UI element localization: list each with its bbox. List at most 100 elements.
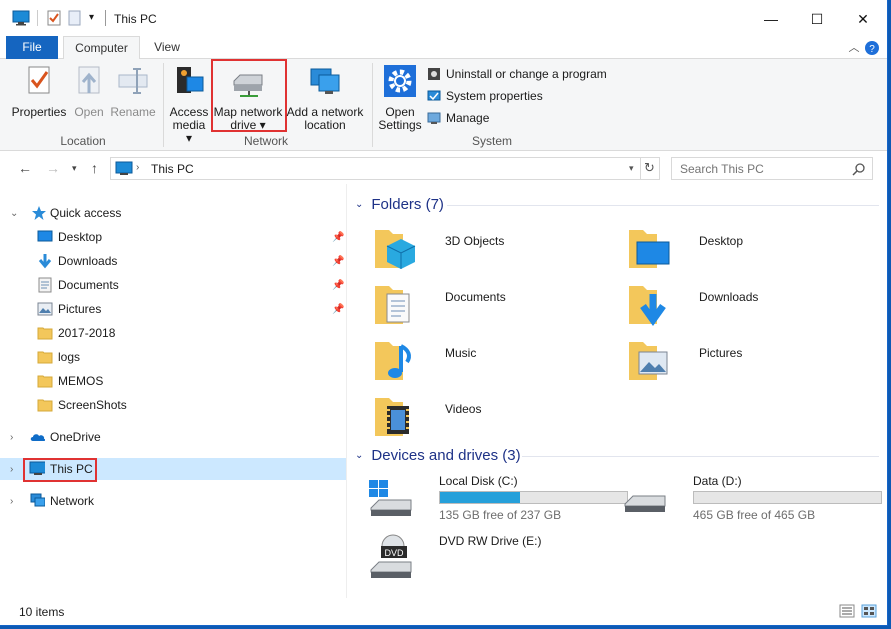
devices-section-header[interactable]: ⌄ Devices and drives (3) bbox=[355, 447, 521, 464]
uninstall-icon bbox=[428, 68, 440, 80]
add-network-location-button[interactable]: Add a network location bbox=[286, 63, 364, 132]
uninstall-program-button[interactable]: Uninstall or change a program bbox=[427, 65, 607, 83]
nav-item-pictures[interactable]: Pictures 📌 bbox=[0, 298, 346, 320]
maximize-button[interactable]: ☐ bbox=[794, 6, 840, 32]
star-icon bbox=[32, 206, 46, 220]
content-pane: ⌄ Folders (7) 3D Objects Desktop Documen… bbox=[347, 184, 887, 598]
tab-file[interactable]: File bbox=[6, 36, 58, 59]
nav-item-folder[interactable]: ScreenShots bbox=[0, 394, 346, 416]
folder-item-videos[interactable]: Videos bbox=[373, 392, 593, 444]
chevron-down-icon[interactable]: ⌄ bbox=[355, 199, 363, 210]
minimize-button[interactable]: — bbox=[748, 6, 794, 32]
group-label-location: Location bbox=[60, 134, 106, 148]
folder-icon bbox=[37, 375, 53, 388]
chevron-down-icon[interactable]: ⌄ bbox=[355, 450, 363, 461]
rename-icon bbox=[118, 68, 148, 94]
windows-disk-icon bbox=[369, 480, 412, 516]
new-folder-quick-icon[interactable] bbox=[68, 10, 82, 26]
address-bar[interactable]: › This PC ▾ ↻ bbox=[110, 157, 660, 180]
system-properties-button[interactable]: System properties bbox=[427, 87, 543, 105]
access-media-button[interactable]: Access media ▾ bbox=[168, 63, 210, 145]
nav-item-folder[interactable]: 2017-2018 bbox=[0, 322, 346, 344]
nav-item-desktop[interactable]: Desktop 📌 bbox=[0, 226, 346, 248]
title-bar: ▾ This PC — ☐ ✕ bbox=[0, 0, 887, 36]
folder-item-3d-objects[interactable]: 3D Objects bbox=[373, 224, 593, 276]
chevron-down-icon[interactable]: ▾ bbox=[89, 12, 94, 23]
nav-item-documents[interactable]: Documents 📌 bbox=[0, 274, 346, 296]
nav-quick-access[interactable]: ⌄ Quick access bbox=[0, 202, 346, 224]
navigation-bar: ← → ▾ ↑ › This PC ▾ ↻ bbox=[0, 152, 887, 184]
up-arrow-icon[interactable]: ↑ bbox=[91, 160, 98, 176]
chevron-right-icon[interactable]: › bbox=[10, 464, 13, 475]
folder-item-music[interactable]: Music bbox=[373, 336, 593, 388]
folder-item-desktop[interactable]: Desktop bbox=[627, 224, 847, 276]
rename-button[interactable]: Rename bbox=[110, 63, 156, 119]
disk-usage-bar bbox=[439, 491, 628, 504]
back-arrow-icon[interactable]: ← bbox=[18, 160, 32, 176]
system-properties-icon bbox=[427, 90, 441, 101]
disk-usage-bar bbox=[693, 491, 882, 504]
pin-icon[interactable]: 📌 bbox=[332, 304, 344, 315]
drive-item-e[interactable]: DVD DVD RW Drive (E:) bbox=[367, 534, 617, 586]
folder-icon bbox=[37, 351, 53, 364]
pin-icon[interactable]: 📌 bbox=[332, 256, 344, 267]
breadcrumb-this-pc[interactable]: This PC bbox=[151, 162, 194, 176]
explorer-window: ▾ This PC — ☐ ✕ File Computer View ︿ ? P… bbox=[0, 0, 888, 626]
tab-computer[interactable]: Computer bbox=[63, 36, 140, 60]
chevron-down-icon[interactable]: ⌄ bbox=[10, 208, 18, 219]
folder-item-downloads[interactable]: Downloads bbox=[627, 280, 847, 332]
help-icon[interactable]: ? bbox=[864, 40, 880, 56]
desktop-folder-icon bbox=[629, 230, 670, 268]
this-pc-highlight bbox=[23, 458, 97, 482]
nav-network[interactable]: › Network bbox=[0, 490, 346, 512]
open-settings-button[interactable]: Open Settings bbox=[377, 63, 423, 132]
group-label-system: System bbox=[471, 134, 512, 148]
properties-button[interactable]: Properties bbox=[10, 63, 68, 119]
media-server-icon bbox=[177, 67, 204, 93]
pin-icon[interactable]: 📌 bbox=[332, 232, 344, 243]
documents-folder-icon bbox=[375, 286, 410, 324]
breadcrumb-separator-icon[interactable]: › bbox=[136, 162, 139, 173]
cloud-icon bbox=[30, 434, 45, 441]
item-count: 10 items bbox=[19, 605, 65, 619]
drive-item-d[interactable]: Data (D:) 465 GB free of 465 GB bbox=[621, 474, 882, 526]
refresh-icon[interactable]: ↻ bbox=[644, 160, 655, 176]
svg-text:?: ? bbox=[869, 44, 875, 55]
open-button[interactable]: Open bbox=[70, 63, 108, 119]
drive-item-c[interactable]: Local Disk (C:) 135 GB free of 237 GB bbox=[367, 474, 628, 526]
dvd-drive-icon: DVD bbox=[370, 534, 412, 578]
forward-arrow-icon[interactable]: → bbox=[46, 160, 60, 176]
folders-section-header[interactable]: ⌄ Folders (7) bbox=[355, 196, 444, 213]
manage-button[interactable]: Manage bbox=[427, 109, 489, 127]
folder-icon bbox=[37, 327, 53, 340]
settings-gear-icon bbox=[384, 65, 416, 97]
nav-item-downloads[interactable]: Downloads 📌 bbox=[0, 250, 346, 272]
nav-item-folder[interactable]: MEMOS bbox=[0, 370, 346, 392]
nav-onedrive[interactable]: › OneDrive bbox=[0, 426, 346, 448]
disk-icon bbox=[624, 495, 666, 512]
folder-item-documents[interactable]: Documents bbox=[373, 280, 593, 332]
nav-item-folder[interactable]: logs bbox=[0, 346, 346, 368]
close-button[interactable]: ✕ bbox=[840, 6, 886, 32]
open-icon bbox=[78, 66, 100, 94]
chevron-right-icon[interactable]: › bbox=[10, 432, 13, 443]
navigation-pane: ⌄ Quick access Desktop 📌 Downloads 📌 Doc… bbox=[0, 184, 346, 598]
search-box[interactable] bbox=[671, 157, 873, 180]
this-pc-icon bbox=[115, 161, 133, 175]
properties-quick-icon[interactable] bbox=[46, 10, 62, 26]
ribbon-tabs: File Computer View ︿ ? bbox=[0, 36, 887, 60]
recent-locations-chevron-icon[interactable]: ▾ bbox=[72, 163, 77, 174]
tab-view[interactable]: View bbox=[144, 36, 190, 59]
folder-item-pictures[interactable]: Pictures bbox=[627, 336, 847, 388]
search-input[interactable] bbox=[672, 158, 842, 179]
network-location-icon bbox=[310, 68, 340, 94]
pin-icon[interactable]: 📌 bbox=[332, 280, 344, 291]
address-dropdown-icon[interactable]: ▾ bbox=[629, 163, 634, 174]
search-icon[interactable] bbox=[852, 162, 866, 176]
chevron-right-icon[interactable]: › bbox=[10, 496, 13, 507]
details-view-icon[interactable] bbox=[839, 604, 855, 618]
pictures-icon bbox=[37, 302, 53, 316]
videos-folder-icon bbox=[375, 398, 409, 436]
large-icons-view-icon[interactable] bbox=[861, 604, 877, 618]
expand-ribbon-icon[interactable]: ︿ bbox=[846, 40, 862, 56]
